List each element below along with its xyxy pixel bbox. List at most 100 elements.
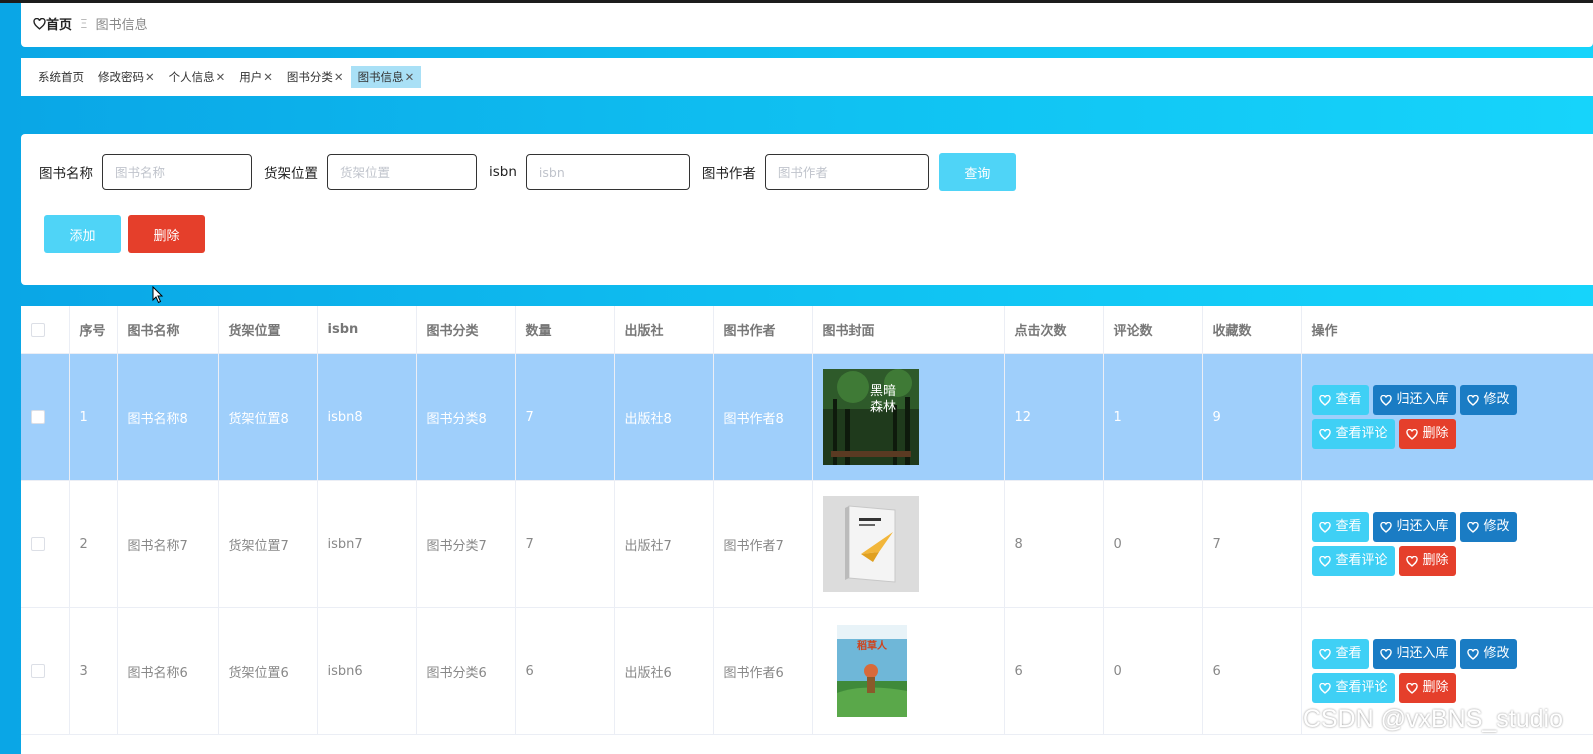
cell-isbn: isbn8 — [317, 353, 417, 481]
view-comments-button-label: 查看评论 — [1335, 553, 1388, 568]
heart-icon — [1318, 428, 1331, 440]
edit-button[interactable]: 修改 — [1459, 512, 1517, 542]
cell-favorites: 7 — [1202, 480, 1302, 608]
cell-comments: 0 — [1103, 480, 1203, 608]
breadcrumb-bar: 首页 Ξ 图书信息 — [21, 3, 1593, 47]
column-header: 图书分类 — [416, 306, 516, 354]
row-checkbox[interactable] — [31, 664, 45, 678]
tab-row: 系统首页 修改密码✕ 个人信息✕ 用户✕ 图书分类✕ 图书信息✕ — [31, 66, 422, 88]
view-button[interactable]: 查看 — [1311, 385, 1369, 415]
view-comments-button[interactable]: 查看评论 — [1311, 419, 1395, 449]
row-checkbox[interactable] — [31, 410, 45, 424]
return-button[interactable]: 归还入库 — [1372, 512, 1456, 542]
heart-icon — [1318, 521, 1331, 533]
tab-bar: 系统首页 修改密码✕ 个人信息✕ 用户✕ 图书分类✕ 图书信息✕ — [21, 58, 1593, 96]
mouse-cursor-icon — [152, 286, 164, 304]
row-delete-button[interactable]: 删除 — [1398, 419, 1456, 449]
column-header: 图书封面 — [812, 306, 1005, 354]
column-header: isbn — [317, 306, 417, 354]
cell-operations: 查看 归还入库 修改查看评论 删除 — [1301, 480, 1593, 608]
close-icon[interactable]: ✕ — [405, 70, 415, 84]
cell-quantity: 7 — [515, 480, 615, 608]
tab-item[interactable]: 用户✕ — [232, 66, 280, 88]
view-button[interactable]: 查看 — [1311, 639, 1369, 669]
edit-button[interactable]: 修改 — [1459, 639, 1517, 669]
row-select-cell — [21, 607, 70, 735]
tab-item[interactable]: 图书分类✕ — [280, 66, 351, 88]
cell-clicks: 12 — [1004, 353, 1104, 481]
shelf-input[interactable] — [327, 154, 477, 190]
column-header: 图书作者 — [713, 306, 813, 354]
return-button-label: 归还入库 — [1396, 519, 1449, 534]
heart-icon — [33, 17, 46, 30]
tab-label: 个人信息 — [168, 70, 215, 84]
column-header: 出版社 — [614, 306, 714, 354]
book-cover-title: 黑暗 — [869, 384, 895, 399]
cell-category: 图书分类8 — [416, 353, 516, 481]
row-delete-button[interactable]: 删除 — [1398, 673, 1456, 703]
select-all-cell — [21, 306, 70, 354]
breadcrumb-separator: Ξ — [80, 16, 88, 31]
select-all-checkbox[interactable] — [31, 322, 45, 337]
return-button[interactable]: 归还入库 — [1372, 385, 1456, 415]
tab-item[interactable]: 修改密码✕ — [91, 66, 162, 88]
close-icon[interactable]: ✕ — [263, 70, 273, 84]
tab-item[interactable]: 系统首页 — [31, 66, 91, 88]
column-header: 图书名称 — [117, 306, 219, 354]
column-header: 序号 — [69, 306, 118, 354]
book-table: 序号 图书名称 货架位置 isbn 图书分类 数量 出版社 图书作者 图书封面 点击次数 评论数 收藏… — [21, 306, 1593, 735]
close-icon[interactable]: ✕ — [145, 70, 155, 84]
heart-icon — [1405, 682, 1418, 694]
delete-button[interactable]: 删除 — [128, 215, 205, 253]
row-checkbox[interactable] — [31, 537, 45, 551]
cell-index: 1 — [69, 353, 118, 481]
table-row[interactable]: 1 图书名称8 货架位置8 isbn8 图书分类8 7 出版社8 图书作者8 黑暗 森林 12 1 9 查… — [21, 353, 1593, 481]
cell-category: 图书分类6 — [416, 607, 516, 735]
breadcrumb-home[interactable]: 首页 — [33, 14, 72, 33]
close-icon[interactable]: ✕ — [216, 70, 226, 84]
tab-item[interactable]: 图书信息✕ — [350, 66, 422, 88]
view-button[interactable]: 查看 — [1311, 512, 1369, 542]
breadcrumb: 首页 Ξ 图书信息 — [33, 14, 148, 33]
row-delete-button-label: 删除 — [1422, 553, 1449, 568]
column-header: 收藏数 — [1202, 306, 1302, 354]
cell-clicks: 6 — [1004, 607, 1104, 735]
edit-button-label: 修改 — [1483, 646, 1510, 661]
cell-cover: 稻草人 — [812, 607, 1005, 735]
cell-index: 3 — [69, 607, 118, 735]
cell-name: 图书名称7 — [117, 480, 219, 608]
edit-button[interactable]: 修改 — [1459, 385, 1517, 415]
tab-label: 图书信息 — [357, 70, 404, 84]
return-button[interactable]: 归还入库 — [1372, 639, 1456, 669]
view-comments-button[interactable]: 查看评论 — [1311, 673, 1395, 703]
book-cover-title-2: 森林 — [869, 400, 895, 415]
edit-button-label: 修改 — [1483, 519, 1510, 534]
search-panel: 图书名称 货架位置 isbn 图书作者 查询 添加 删除 — [21, 134, 1593, 285]
book-name-label: 图书名称 — [39, 166, 93, 182]
tab-label: 系统首页 — [38, 70, 84, 84]
view-button-label: 查看 — [1335, 646, 1362, 661]
tab-item[interactable]: 个人信息✕ — [162, 66, 233, 88]
query-button[interactable]: 查询 — [938, 153, 1016, 191]
isbn-input[interactable] — [525, 154, 690, 190]
author-input[interactable] — [764, 154, 929, 190]
view-comments-button-label: 查看评论 — [1335, 426, 1388, 441]
view-button-label: 查看 — [1335, 519, 1362, 534]
close-icon[interactable]: ✕ — [334, 70, 344, 84]
add-button[interactable]: 添加 — [44, 215, 121, 253]
table-row[interactable]: 2 图书名称7 货架位置7 isbn7 图书分类7 7 出版社7 图书作者7 8 0 7 查看 归还入库… — [21, 480, 1593, 608]
cell-author: 图书作者6 — [713, 607, 813, 735]
view-comments-button[interactable]: 查看评论 — [1311, 546, 1395, 576]
book-name-input[interactable] — [102, 154, 252, 190]
search-form: 图书名称 货架位置 isbn 图书作者 查询 — [39, 153, 1016, 191]
author-label: 图书作者 — [701, 166, 756, 182]
cell-favorites: 9 — [1202, 353, 1302, 481]
heart-icon — [1466, 648, 1479, 660]
cell-isbn: isbn6 — [317, 607, 417, 735]
column-header: 评论数 — [1103, 306, 1203, 354]
cell-quantity: 6 — [515, 607, 615, 735]
heart-icon — [1466, 521, 1479, 533]
row-actions: 查看 归还入库 修改查看评论 删除 — [1311, 385, 1532, 449]
column-header: 操作 — [1301, 306, 1593, 354]
row-delete-button[interactable]: 删除 — [1398, 546, 1456, 576]
